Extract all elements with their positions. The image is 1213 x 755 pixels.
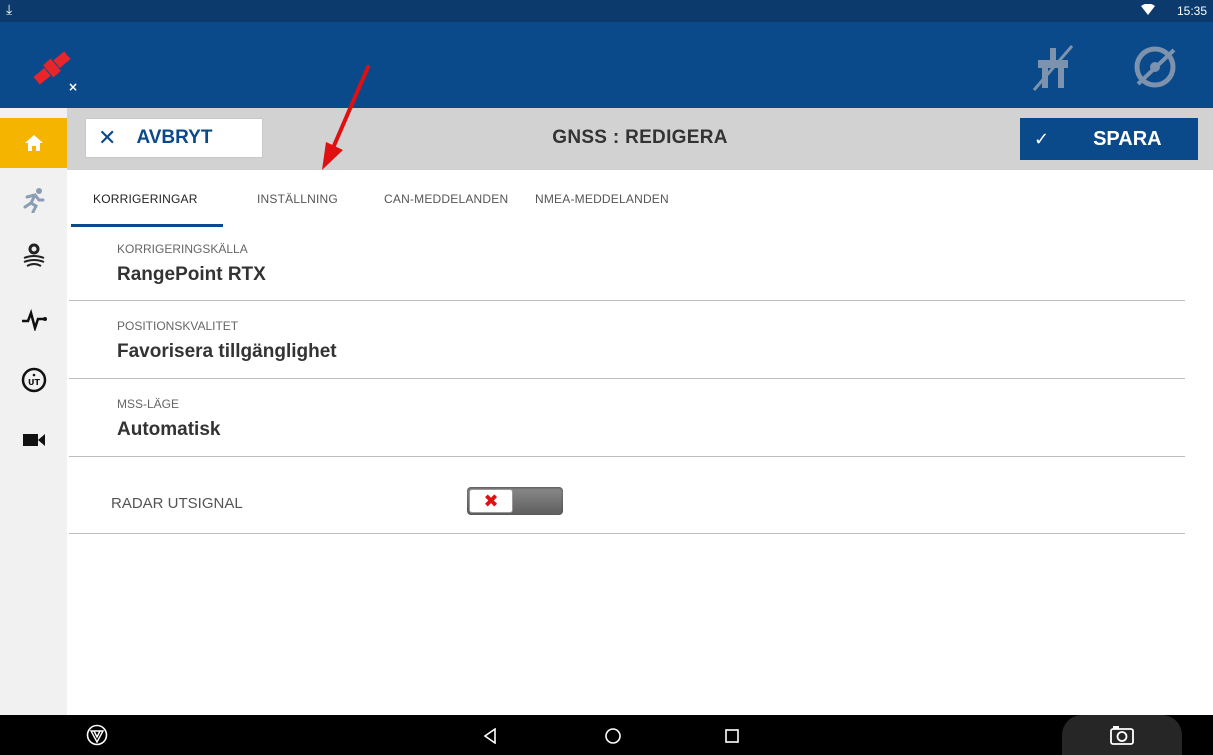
content-area: KORRIGERINGAR INSTÄLLNING CAN-MEDDELANDE…: [67, 170, 1213, 715]
close-icon: ✕: [98, 125, 117, 151]
edit-toolbar: GNSS : REDIGERA ✕ AVBRYT ✓ SPARA: [67, 108, 1213, 170]
radar-output-label: RADAR UTSIGNAL: [111, 495, 243, 512]
tab-can-meddelanden[interactable]: CAN-MEDDELANDEN: [384, 192, 508, 206]
home-circle-icon[interactable]: [604, 727, 622, 745]
setting-value: RangePoint RTX: [117, 264, 266, 285]
setting-value: Automatisk: [117, 419, 221, 440]
implement-off-icon[interactable]: [1030, 42, 1076, 97]
tab-nmea-meddelanden[interactable]: NMEA-MEDDELANDEN: [535, 192, 669, 206]
setting-caption: MSS-LÄGE: [117, 397, 180, 411]
trimble-icon[interactable]: [86, 724, 108, 746]
sidebar: UT: [0, 108, 67, 715]
field-settings-icon: [23, 243, 44, 267]
save-button-label: SPARA: [1093, 127, 1162, 150]
tab-installning[interactable]: INSTÄLLNING: [257, 192, 338, 206]
steering-disabled-icon[interactable]: [1130, 44, 1180, 95]
download-icon: ⤓: [6, 2, 13, 18]
sidebar-item-diagnostics[interactable]: [0, 300, 67, 340]
back-icon[interactable]: [483, 728, 497, 744]
home-icon: [24, 135, 43, 151]
cancel-button[interactable]: ✕ AVBRYT: [85, 118, 263, 158]
sidebar-item-field-settings[interactable]: [0, 234, 67, 274]
screenshot-camera-icon: [1110, 726, 1134, 745]
save-button[interactable]: ✓ SPARA: [1020, 118, 1198, 160]
sidebar-item-home[interactable]: [0, 118, 67, 168]
setting-value: Favorisera tillgänglighet: [117, 341, 337, 362]
setting-mss-mode[interactable]: MSS-LÄGE Automatisk: [69, 379, 1185, 457]
status-time: 15:35: [1176, 4, 1207, 18]
radar-output-toggle[interactable]: ✖: [467, 487, 563, 515]
wifi-icon: [1141, 3, 1155, 21]
status-bar: ⤓ 15:35: [0, 0, 1213, 22]
screenshot-button[interactable]: [1062, 715, 1182, 755]
setting-position-quality[interactable]: POSITIONSKVALITET Favorisera tillgänglig…: [69, 301, 1185, 379]
check-icon: ✓: [1034, 128, 1050, 150]
app-header: ×: [0, 22, 1213, 108]
toggle-off-icon: ✖: [469, 489, 513, 513]
tab-korrigeringar[interactable]: KORRIGERINGAR: [93, 192, 198, 206]
tab-bar: KORRIGERINGAR INSTÄLLNING CAN-MEDDELANDE…: [69, 170, 1169, 228]
sidebar-item-camera[interactable]: [0, 420, 67, 460]
setting-caption: KORRIGERINGSKÄLLA: [117, 242, 248, 256]
recents-icon[interactable]: [725, 729, 739, 743]
svg-text:×: ×: [68, 80, 78, 94]
setting-correction-source[interactable]: KORRIGERINGSKÄLLA RangePoint RTX: [69, 228, 1185, 301]
setting-caption: POSITIONSKVALITET: [117, 319, 239, 333]
ut-icon: UT: [21, 367, 46, 393]
setting-radar-output: RADAR UTSIGNAL ✖: [69, 457, 1185, 534]
running-man-icon: [23, 188, 44, 213]
camera-icon: [22, 434, 45, 446]
satellite-error-icon[interactable]: ×: [28, 44, 80, 99]
sidebar-item-operations[interactable]: [0, 180, 67, 220]
sidebar-item-ut[interactable]: UT: [0, 360, 67, 400]
system-nav-bar: [0, 715, 1213, 755]
active-tab-indicator: [71, 224, 223, 227]
cancel-button-label: AVBRYT: [136, 127, 213, 148]
pulse-icon: [21, 309, 47, 331]
svg-text:UT: UT: [28, 378, 40, 387]
